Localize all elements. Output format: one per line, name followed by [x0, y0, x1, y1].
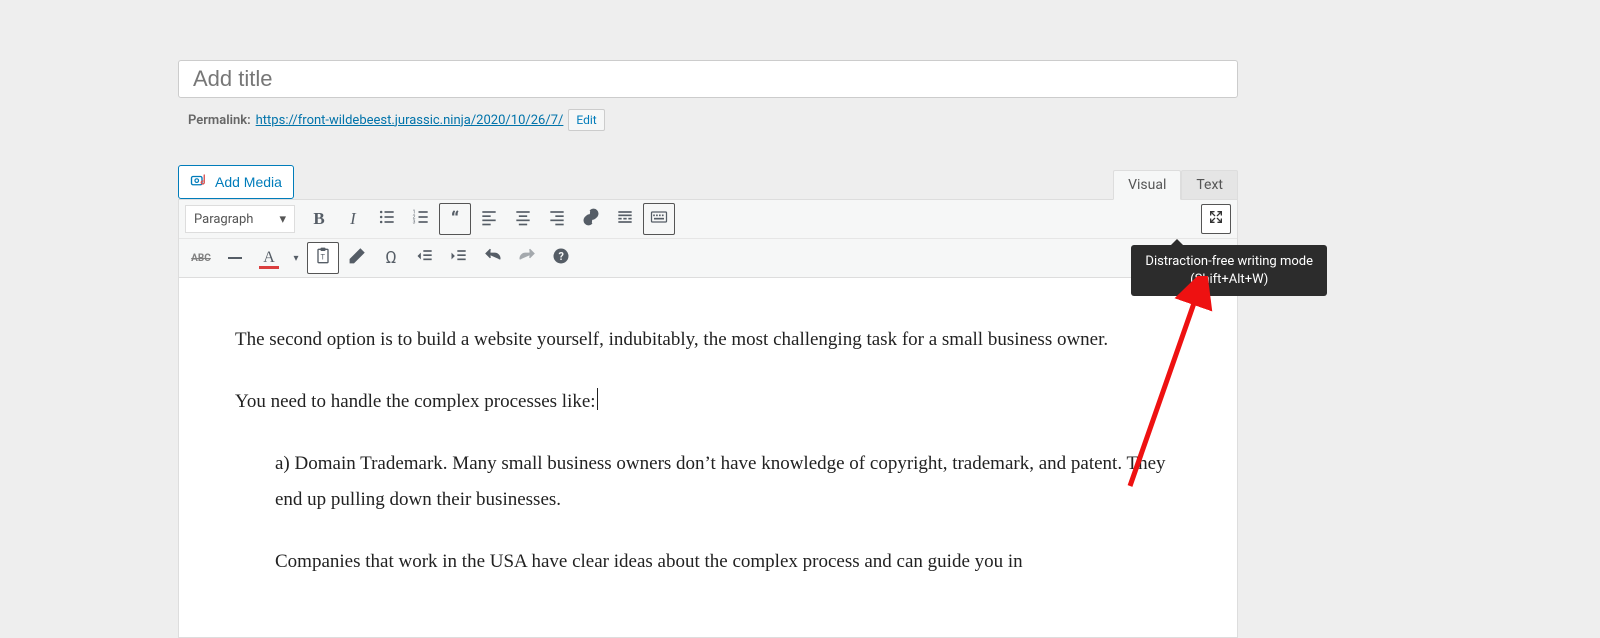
svg-text:T: T — [321, 252, 326, 261]
add-media-button[interactable]: Add Media — [178, 165, 294, 199]
link-icon — [581, 207, 601, 231]
distraction-free-button[interactable] — [1201, 204, 1231, 234]
content-paragraph-4: Companies that work in the USA have clea… — [235, 544, 1181, 580]
editor-content[interactable]: The second option is to build a website … — [178, 278, 1238, 638]
text-color-button[interactable]: A — [253, 242, 285, 274]
abc-strikethrough-icon: ABC — [191, 253, 211, 264]
bold-icon: B — [313, 209, 324, 229]
format-select-value: Paragraph — [194, 212, 253, 227]
numbered-list-button[interactable]: 123 — [405, 203, 437, 235]
blockquote-icon: “ — [451, 212, 459, 226]
fullscreen-icon — [1208, 209, 1224, 229]
editor-toolbar: Distraction-free writing mode (Shift+Alt… — [178, 199, 1238, 278]
tooltip-line1: Distraction-free writing mode — [1145, 254, 1313, 269]
add-media-label: Add Media — [215, 174, 282, 190]
camera-music-icon — [190, 172, 208, 193]
italic-icon: I — [350, 209, 356, 229]
align-right-icon — [547, 207, 567, 231]
tooltip-line2: (Shift+Alt+W) — [1190, 272, 1268, 287]
paragraph-format-select[interactable]: Paragraph ▾ — [185, 205, 295, 233]
align-left-icon — [479, 207, 499, 231]
indent-icon — [449, 246, 469, 270]
align-right-button[interactable] — [541, 203, 573, 235]
strikethrough-button[interactable]: ABC — [185, 242, 217, 274]
clipboard-text-icon: T — [313, 246, 333, 270]
text-color-icon: A — [263, 249, 275, 267]
align-center-icon — [513, 207, 533, 231]
redo-button[interactable] — [511, 242, 543, 274]
toolbar-toggle-button[interactable] — [643, 203, 675, 235]
read-more-icon — [615, 207, 635, 231]
omega-icon: Ω — [385, 248, 396, 268]
horizontal-line-icon — [228, 257, 242, 259]
content-paragraph-3: a) Domain Trademark. Many small business… — [235, 446, 1181, 518]
chevron-down-icon: ▾ — [293, 253, 298, 264]
tab-text[interactable]: Text — [1181, 170, 1238, 200]
horizontal-rule-button[interactable] — [219, 242, 251, 274]
help-button[interactable]: ? — [545, 242, 577, 274]
eraser-icon — [347, 246, 367, 270]
permalink-row: Permalink: https://front-wildebeest.jura… — [178, 109, 1238, 131]
italic-button[interactable]: I — [337, 203, 369, 235]
content-paragraph-1: The second option is to build a website … — [235, 322, 1181, 358]
indent-button[interactable] — [443, 242, 475, 274]
bulleted-list-button[interactable] — [371, 203, 403, 235]
align-center-button[interactable] — [507, 203, 539, 235]
edit-permalink-button[interactable]: Edit — [568, 109, 604, 131]
svg-text:3: 3 — [413, 220, 416, 226]
outdent-button[interactable] — [409, 242, 441, 274]
paste-as-text-button[interactable]: T — [307, 242, 339, 274]
undo-icon — [483, 246, 503, 270]
numbered-list-icon: 123 — [411, 207, 431, 231]
permalink-url[interactable]: https://front-wildebeest.jurassic.ninja/… — [256, 113, 564, 128]
title-field-wrap[interactable] — [178, 60, 1238, 98]
read-more-button[interactable] — [609, 203, 641, 235]
text-color-dropdown[interactable]: ▾ — [287, 242, 305, 274]
align-left-button[interactable] — [473, 203, 505, 235]
clear-formatting-button[interactable] — [341, 242, 373, 274]
outdent-icon — [415, 246, 435, 270]
svg-text:?: ? — [559, 250, 564, 263]
tab-visual[interactable]: Visual — [1113, 170, 1181, 200]
keyboard-icon — [649, 207, 669, 231]
tooltip-distraction-free: Distraction-free writing mode (Shift+Alt… — [1131, 245, 1327, 296]
text-cursor — [597, 388, 598, 410]
title-input[interactable] — [191, 65, 1225, 93]
content-paragraph-2: You need to handle the complex processes… — [235, 384, 1181, 420]
redo-icon — [517, 246, 537, 270]
bulleted-list-icon — [377, 207, 397, 231]
bold-button[interactable]: B — [303, 203, 335, 235]
help-icon: ? — [551, 246, 571, 270]
chevron-down-icon: ▾ — [279, 212, 286, 227]
editor-mode-tabs: Visual Text — [1113, 170, 1238, 200]
blockquote-button[interactable]: “ — [439, 203, 471, 235]
special-character-button[interactable]: Ω — [375, 242, 407, 274]
link-button[interactable] — [575, 203, 607, 235]
permalink-label: Permalink: — [188, 113, 251, 128]
undo-button[interactable] — [477, 242, 509, 274]
